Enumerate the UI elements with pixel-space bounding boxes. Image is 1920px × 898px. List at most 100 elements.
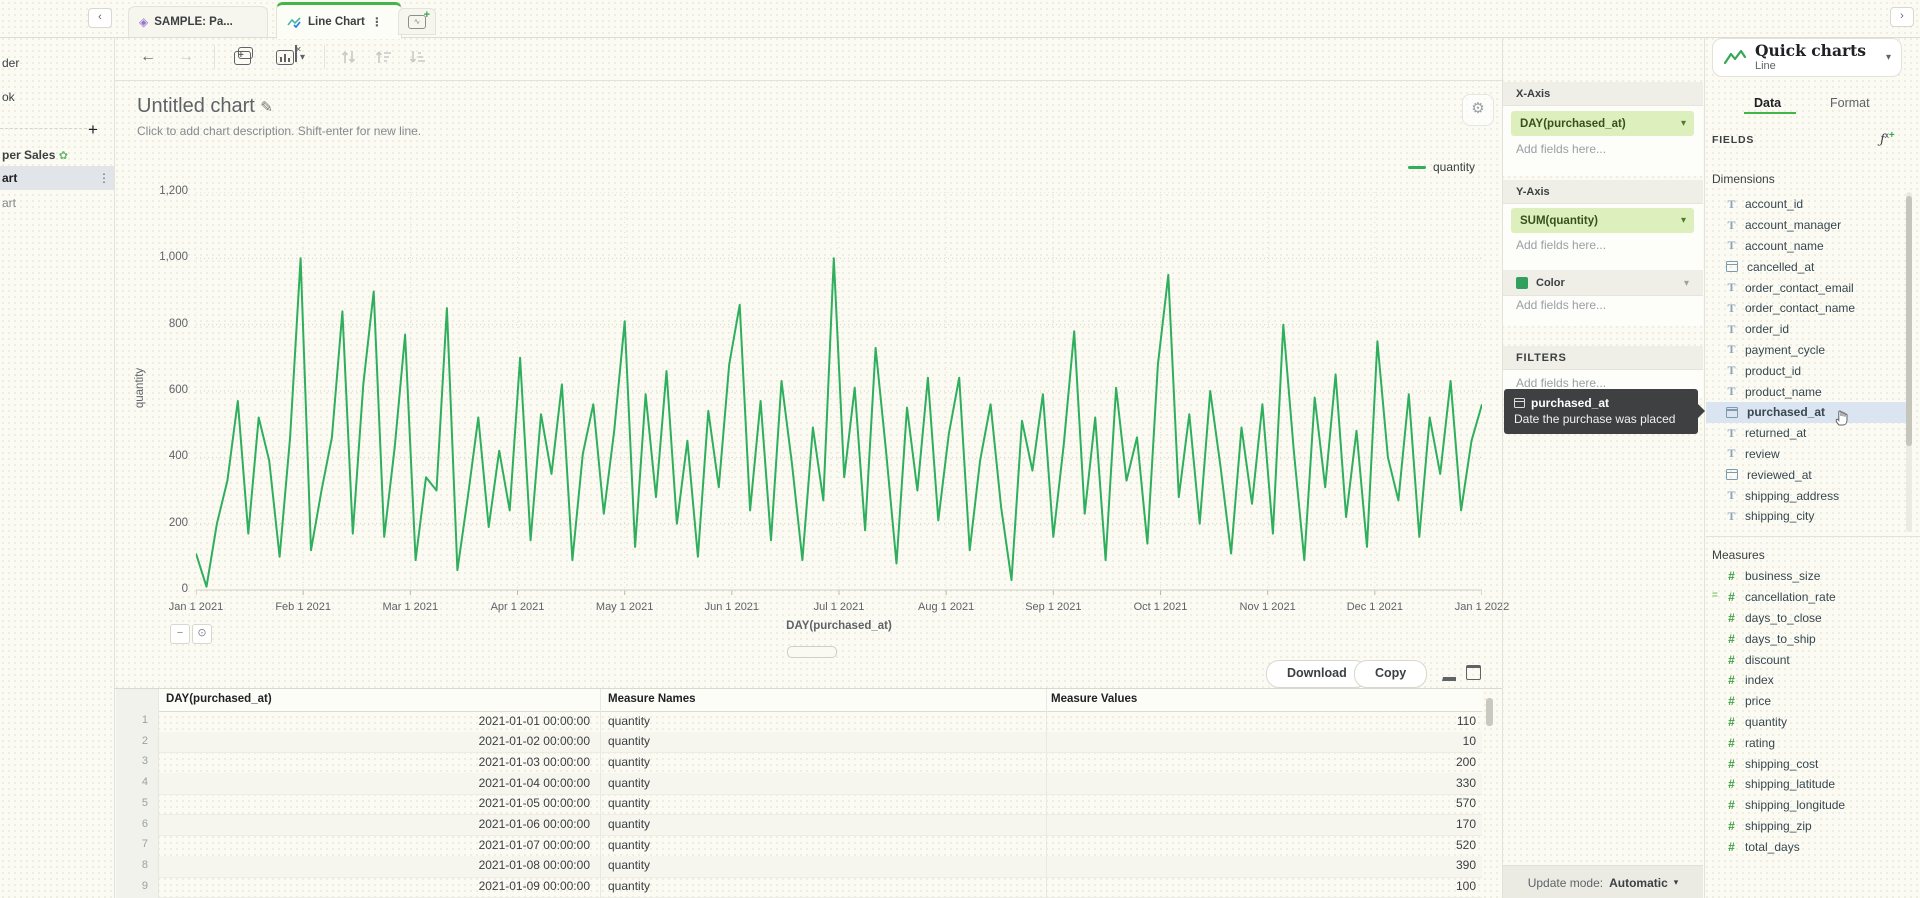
- sidebar-item-chart-selected[interactable]: art ⋮: [0, 166, 114, 190]
- chart-scroll-handle[interactable]: [787, 646, 837, 658]
- sidebar-item-sales[interactable]: per Sales ✿: [2, 148, 68, 162]
- dimension-item-purchased_at[interactable]: purchased_at: [1706, 402, 1910, 423]
- measure-item-discount[interactable]: #discount: [1706, 649, 1910, 670]
- cell-measure-name: quantity: [608, 838, 908, 852]
- dimension-item-account_id[interactable]: Taccount_id: [1706, 194, 1910, 215]
- column-separator-1: [600, 689, 601, 898]
- table-row[interactable]: 2021-01-05 00:00:00quantity570: [116, 794, 1482, 816]
- y-tick-label: 600: [118, 384, 188, 396]
- table-scrollbar-thumb[interactable]: [1486, 698, 1493, 726]
- chart-zoom-out-button[interactable]: −: [170, 624, 190, 644]
- dimension-item-shipping_address[interactable]: Tshipping_address: [1706, 485, 1910, 506]
- chart-settings-button[interactable]: ⚙: [1462, 94, 1494, 126]
- dimension-item-order_contact_name[interactable]: Torder_contact_name: [1706, 298, 1910, 319]
- sort-descending-icon-disabled: [408, 48, 428, 66]
- sidebar-item-menu-icon[interactable]: ⋮: [98, 171, 110, 185]
- x-axis-add-fields[interactable]: Add fields here...: [1516, 142, 1606, 156]
- measure-item-quantity[interactable]: #quantity: [1706, 712, 1910, 733]
- table-row[interactable]: 2021-01-02 00:00:00quantity10: [116, 732, 1482, 754]
- tab-data[interactable]: Data: [1754, 96, 1781, 110]
- line-chart-plot[interactable]: [196, 192, 1482, 596]
- chart-zoom-reset-button[interactable]: ⊙: [192, 624, 212, 644]
- dimension-item-returned_at[interactable]: Treturned_at: [1706, 423, 1910, 444]
- sidebar-add-button[interactable]: +: [88, 120, 98, 140]
- quick-charts-selector[interactable]: Quick charts Line ▾: [1712, 38, 1902, 77]
- dimension-item-reviewed_at[interactable]: reviewed_at: [1706, 464, 1910, 485]
- sidebar-item-chart-2[interactable]: art: [2, 196, 16, 210]
- filters-add-fields[interactable]: Add fields here...: [1516, 376, 1606, 390]
- measure-item-days_to_ship[interactable]: #days_to_ship: [1706, 628, 1910, 649]
- table-row[interactable]: 2021-01-09 00:00:00quantity100: [116, 877, 1482, 898]
- measure-item-shipping_longitude[interactable]: #shipping_longitude: [1706, 795, 1910, 816]
- table-row[interactable]: 2021-01-07 00:00:00quantity520: [116, 835, 1482, 857]
- measure-item-cancellation_rate[interactable]: =#cancellation_rate: [1706, 587, 1910, 608]
- number-field-icon: #: [1726, 569, 1737, 583]
- collapse-sidebar-button[interactable]: ‹: [88, 8, 112, 28]
- copy-button[interactable]: Copy: [1354, 660, 1427, 688]
- measure-item-business_size[interactable]: #business_size: [1706, 566, 1910, 587]
- expand-results-icon[interactable]: [1466, 665, 1481, 680]
- measure-item-shipping_cost[interactable]: #shipping_cost: [1706, 753, 1910, 774]
- color-add-fields[interactable]: Add fields here...: [1516, 298, 1606, 312]
- table-row[interactable]: 2021-01-08 00:00:00quantity390: [116, 856, 1482, 878]
- y-axis-add-fields[interactable]: Add fields here...: [1516, 238, 1606, 252]
- measure-item-index[interactable]: #index: [1706, 670, 1910, 691]
- duplicate-chart-icon[interactable]: [234, 51, 251, 65]
- column-header-date[interactable]: DAY(purchased_at): [166, 693, 272, 705]
- table-row[interactable]: 2021-01-06 00:00:00quantity170: [116, 815, 1482, 837]
- undo-button[interactable]: ←: [140, 49, 156, 65]
- measure-item-price[interactable]: #price: [1706, 691, 1910, 712]
- remove-chart-type-icon[interactable]: ✕: [276, 50, 294, 65]
- color-section-header[interactable]: Color: [1503, 270, 1703, 296]
- cell-measure-value: 170: [1046, 817, 1476, 831]
- color-section-caret-icon[interactable]: ▾: [1684, 278, 1689, 289]
- dimension-item-payment_cycle[interactable]: Tpayment_cycle: [1706, 340, 1910, 361]
- y-axis-field-pill[interactable]: SUM(quantity) ▾: [1511, 208, 1694, 233]
- x-axis-field-pill[interactable]: DAY(purchased_at) ▾: [1511, 111, 1694, 136]
- dimension-item-cancelled_at[interactable]: cancelled_at: [1706, 256, 1910, 277]
- tab-menu-icon[interactable]: ⋮: [371, 15, 383, 29]
- update-mode-row[interactable]: Update mode: Automatic ▾: [1503, 865, 1703, 898]
- fields-scrollbar-thumb[interactable]: [1906, 196, 1912, 446]
- tab-line-chart[interactable]: Line Chart ⋮: [276, 2, 402, 39]
- measure-item-days_to_close[interactable]: #days_to_close: [1706, 608, 1910, 629]
- dimension-item-review[interactable]: Treview: [1706, 444, 1910, 465]
- calendar-icon: [1514, 398, 1525, 408]
- dimension-item-order_contact_email[interactable]: Torder_contact_email: [1706, 277, 1910, 298]
- cell-measure-name: quantity: [608, 714, 908, 728]
- sidebar-item-truncated-2[interactable]: ok: [2, 90, 15, 104]
- dimension-item-shipping_city[interactable]: Tshipping_city: [1706, 506, 1910, 527]
- new-chart-tab-button[interactable]: ∿+: [398, 8, 436, 35]
- tab-format[interactable]: Format: [1830, 96, 1870, 110]
- column-header-measure-names[interactable]: Measure Names: [608, 693, 696, 705]
- table-row[interactable]: 2021-01-01 00:00:00quantity110: [116, 711, 1482, 733]
- dimension-item-account_manager[interactable]: Taccount_manager: [1706, 215, 1910, 236]
- column-header-measure-values[interactable]: Measure Values: [1051, 693, 1137, 705]
- cell-date: 2021-01-07 00:00:00: [160, 838, 590, 852]
- update-mode-value[interactable]: Automatic: [1609, 876, 1668, 890]
- measure-item-shipping_latitude[interactable]: #shipping_latitude: [1706, 774, 1910, 795]
- expand-panel-button[interactable]: ›: [1890, 7, 1914, 27]
- dimension-item-order_id[interactable]: Torder_id: [1706, 319, 1910, 340]
- measure-item-total_days[interactable]: #total_days: [1706, 836, 1910, 857]
- sidebar-item-truncated-1[interactable]: der: [2, 56, 19, 70]
- chart-description-placeholder[interactable]: Click to add chart description. Shift-en…: [137, 124, 421, 138]
- measure-item-rating[interactable]: #rating: [1706, 732, 1910, 753]
- table-row[interactable]: 2021-01-03 00:00:00quantity200: [116, 752, 1482, 774]
- chart-type-caret-icon[interactable]: ▾: [300, 53, 305, 63]
- tooltip-description: Date the purchase was placed: [1514, 412, 1688, 426]
- add-calculated-field-button[interactable]: ƒx+: [1880, 130, 1895, 147]
- redo-button[interactable]: →: [178, 49, 194, 65]
- calendar-field-icon: [1726, 407, 1738, 418]
- dimension-item-product_name[interactable]: Tproduct_name: [1706, 381, 1910, 402]
- tab-sample-dataset[interactable]: ◈ SAMPLE: Pa...: [128, 6, 268, 37]
- measure-item-shipping_zip[interactable]: #shipping_zip: [1706, 816, 1910, 837]
- dimension-item-account_name[interactable]: Taccount_name: [1706, 236, 1910, 257]
- dimension-item-product_id[interactable]: Tproduct_id: [1706, 360, 1910, 381]
- minimize-results-icon[interactable]: [1442, 668, 1456, 681]
- table-row[interactable]: 2021-01-04 00:00:00quantity330: [116, 773, 1482, 795]
- download-button[interactable]: Download: [1266, 660, 1368, 688]
- chart-title[interactable]: Untitled chart ✎: [137, 95, 273, 118]
- edit-title-pencil-icon[interactable]: ✎: [260, 99, 273, 116]
- swap-axes-icon-disabled: [340, 48, 358, 66]
